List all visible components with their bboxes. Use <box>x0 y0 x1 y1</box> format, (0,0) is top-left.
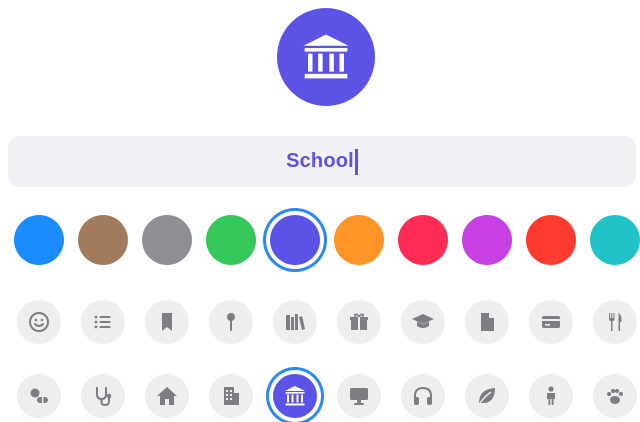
gift-icon <box>350 313 368 330</box>
document-icon <box>481 313 494 331</box>
icon-option-fork-knife[interactable] <box>593 300 637 344</box>
text-cursor <box>354 148 358 175</box>
fork-knife-icon <box>609 313 622 331</box>
list-icon <box>94 315 111 329</box>
color-swatch-pink[interactable] <box>398 215 448 265</box>
icon-option-smiley[interactable] <box>17 300 61 344</box>
house-icon <box>157 387 177 405</box>
icon-option-paw[interactable] <box>593 374 637 418</box>
icon-option-pushpin[interactable] <box>209 300 253 344</box>
color-swatch-gray[interactable] <box>142 215 192 265</box>
icon-option-building-columns[interactable] <box>273 374 317 418</box>
icon-grid-row-1 <box>0 296 640 348</box>
smiley-icon <box>29 312 49 332</box>
list-name-input-value[interactable]: School <box>286 150 354 173</box>
building-columns-icon <box>303 34 349 79</box>
icon-option-stethoscope[interactable] <box>81 374 125 418</box>
stethoscope-icon <box>96 387 112 407</box>
leaf-icon <box>479 388 495 404</box>
list-name-field[interactable]: School <box>8 136 636 187</box>
color-swatch-indigo[interactable] <box>270 215 320 265</box>
icon-option-gift[interactable] <box>337 300 381 344</box>
icon-option-office-building[interactable] <box>209 374 253 418</box>
color-palette <box>0 210 640 270</box>
icon-option-house[interactable] <box>145 374 189 418</box>
bookmark-icon <box>162 313 172 331</box>
building-columns-icon <box>285 386 305 406</box>
icon-option-person[interactable] <box>529 374 573 418</box>
icon-option-monitor[interactable] <box>337 374 381 418</box>
color-swatch-purple[interactable] <box>462 215 512 265</box>
color-swatch-brown[interactable] <box>78 215 128 265</box>
color-swatch-blue[interactable] <box>14 215 64 265</box>
paw-icon <box>607 389 623 404</box>
color-swatch-red[interactable] <box>526 215 576 265</box>
headphones-icon <box>414 386 432 405</box>
monitor-icon <box>350 388 368 405</box>
credit-card-icon <box>542 316 560 328</box>
color-swatch-green[interactable] <box>206 215 256 265</box>
color-swatch-teal[interactable] <box>590 215 640 265</box>
icon-option-list[interactable] <box>81 300 125 344</box>
pushpin-icon <box>227 313 235 331</box>
icon-option-credit-card[interactable] <box>529 300 573 344</box>
icon-option-headphones[interactable] <box>401 374 445 418</box>
list-icon-preview <box>277 8 375 106</box>
books-icon <box>286 314 305 330</box>
icon-option-graduation-cap[interactable] <box>401 300 445 344</box>
office-building-icon <box>224 387 239 405</box>
icon-grid-row-2 <box>0 370 640 422</box>
person-icon <box>547 386 555 405</box>
icon-option-books[interactable] <box>273 300 317 344</box>
icon-option-pills[interactable] <box>17 374 61 418</box>
icon-option-bookmark[interactable] <box>145 300 189 344</box>
pills-icon <box>30 388 48 403</box>
icon-option-leaf[interactable] <box>465 374 509 418</box>
color-swatch-orange[interactable] <box>334 215 384 265</box>
icon-option-document[interactable] <box>465 300 509 344</box>
graduation-cap-icon <box>412 314 434 328</box>
